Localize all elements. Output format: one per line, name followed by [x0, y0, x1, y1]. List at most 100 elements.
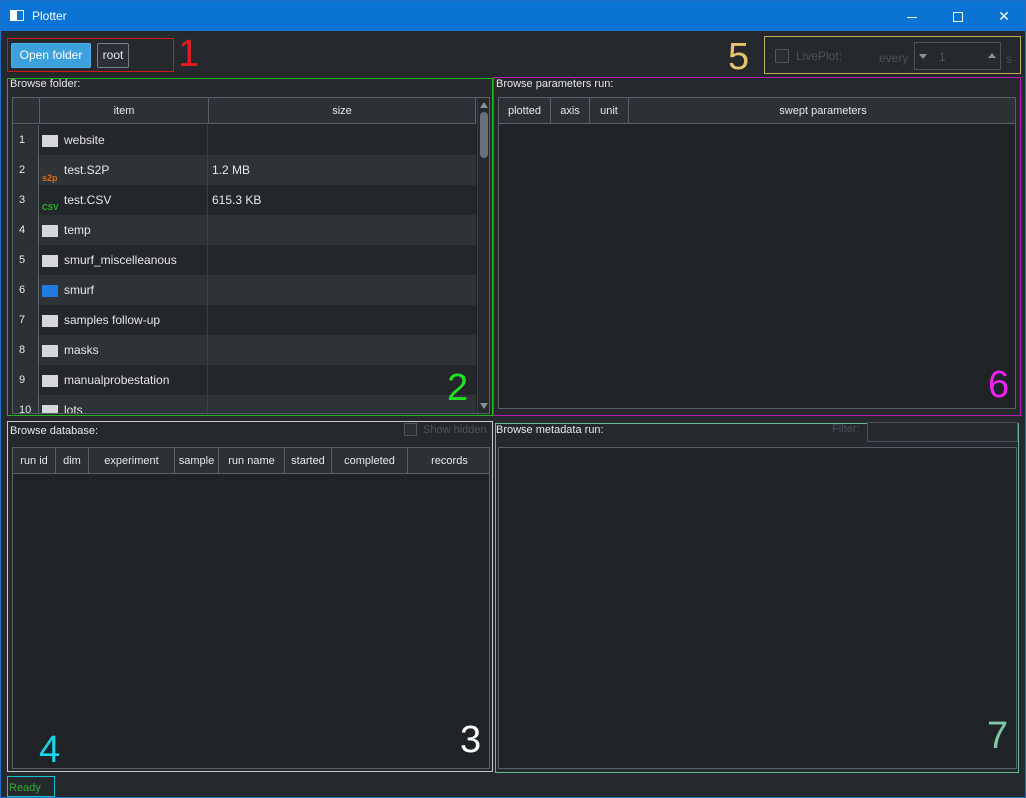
- spin-down-icon[interactable]: [919, 54, 927, 59]
- marker-7: 7: [987, 715, 1009, 757]
- table-row[interactable]: 1 website: [13, 125, 476, 155]
- interval-value: 1: [939, 50, 946, 64]
- scroll-thumb[interactable]: [480, 112, 488, 158]
- size-cell: [209, 335, 476, 365]
- item-cell[interactable]: smurf_miscelleanous: [40, 245, 208, 275]
- item-name: test.S2P: [64, 163, 110, 177]
- item-name: samples follow-up: [64, 313, 161, 327]
- column-header-run-name[interactable]: run name: [219, 448, 285, 474]
- item-cell[interactable]: temp: [40, 215, 208, 245]
- spin-up-icon[interactable]: [988, 53, 996, 58]
- folder-table[interactable]: item size 1 website 2 s2p test.S2P 1.2 MB 3 CSV…: [12, 97, 490, 414]
- parameters-table-header: plotted axis unit swept parameters: [499, 98, 1015, 124]
- app-window-icon: [10, 10, 24, 21]
- column-header-plotted[interactable]: plotted: [499, 98, 551, 124]
- marker-5: 5: [728, 36, 750, 78]
- show-hidden-checkbox[interactable]: [404, 423, 417, 436]
- item-cell[interactable]: website: [40, 125, 208, 155]
- column-header-unit[interactable]: unit: [590, 98, 629, 124]
- item-cell[interactable]: s2p test.S2P: [40, 155, 208, 185]
- scroll-down-icon[interactable]: [480, 403, 488, 409]
- folder-scrollbar[interactable]: [477, 98, 489, 413]
- row-number: 6: [13, 275, 39, 305]
- status-text: Ready: [9, 782, 41, 794]
- column-header-item[interactable]: item: [40, 98, 209, 124]
- item-cell[interactable]: masks: [40, 335, 208, 365]
- database-table[interactable]: run id dim experiment sample run name st…: [12, 447, 490, 769]
- plotter-window: Plotter ✕ Open folder root 1 5 LivePlot:…: [0, 0, 1026, 798]
- folder-icon: [42, 314, 60, 327]
- column-header-size[interactable]: size: [209, 98, 476, 124]
- table-row[interactable]: 4 temp: [13, 215, 476, 245]
- table-row[interactable]: 6 smurf: [13, 275, 476, 305]
- column-header-sample[interactable]: sample: [175, 448, 219, 474]
- item-name: manualprobestation: [64, 373, 170, 387]
- table-row[interactable]: 5 smurf_miscelleanous: [13, 245, 476, 275]
- minimize-button[interactable]: [889, 1, 935, 31]
- open-folder-button[interactable]: Open folder: [11, 43, 91, 68]
- column-header-swept-parameters[interactable]: swept parameters: [629, 98, 1015, 124]
- row-number: 8: [13, 335, 39, 365]
- root-button[interactable]: root: [97, 43, 129, 68]
- row-number: 10: [13, 395, 39, 413]
- column-header-experiment[interactable]: experiment: [89, 448, 175, 474]
- row-number: 7: [13, 305, 39, 335]
- metadata-tree[interactable]: [498, 447, 1017, 769]
- interval-spinbox[interactable]: 1: [914, 42, 1001, 70]
- marker-6: 6: [988, 364, 1010, 406]
- browse-database-title: Browse database:: [10, 425, 99, 437]
- item-cell[interactable]: samples follow-up: [40, 305, 208, 335]
- item-cell[interactable]: lots: [40, 395, 208, 414]
- size-cell: [209, 305, 476, 335]
- column-header-dim[interactable]: dim: [56, 448, 89, 474]
- row-number: 1: [13, 125, 39, 155]
- item-name: temp: [64, 223, 91, 237]
- row-number: 3: [13, 185, 39, 215]
- size-cell: [209, 125, 476, 155]
- scroll-up-icon[interactable]: [480, 102, 488, 108]
- filter-label: Filter:: [832, 423, 860, 435]
- item-name: website: [64, 133, 105, 147]
- size-cell: [209, 245, 476, 275]
- row-number: 5: [13, 245, 39, 275]
- table-row[interactable]: 7 samples follow-up: [13, 305, 476, 335]
- corner-header: [13, 98, 40, 124]
- liveplot-checkbox[interactable]: [775, 49, 789, 63]
- every-label: every: [879, 51, 909, 65]
- table-row[interactable]: 2 s2p test.S2P 1.2 MB: [13, 155, 476, 185]
- folder-icon: [42, 344, 60, 357]
- item-name: smurf: [64, 283, 94, 297]
- column-header-completed[interactable]: completed: [332, 448, 408, 474]
- parameters-table[interactable]: plotted axis unit swept parameters: [498, 97, 1016, 409]
- interval-unit: s: [1006, 52, 1012, 66]
- item-cell[interactable]: CSV test.CSV: [40, 185, 208, 215]
- table-row[interactable]: 8 masks: [13, 335, 476, 365]
- item-cell[interactable]: smurf: [40, 275, 208, 305]
- column-header-run-id[interactable]: run id: [13, 448, 56, 474]
- folder-table-header: item size: [13, 98, 476, 124]
- column-header-started[interactable]: started: [285, 448, 332, 474]
- browse-folder-title: Browse folder:: [10, 78, 81, 90]
- table-row[interactable]: 10 lots: [13, 395, 476, 414]
- size-cell: 615.3 KB: [212, 193, 262, 207]
- browse-parameters-title: Browse parameters run:: [496, 78, 614, 90]
- row-number: 9: [13, 365, 39, 395]
- row-number: 2: [13, 155, 39, 185]
- window-title: Plotter: [32, 9, 67, 23]
- item-cell[interactable]: manualprobestation: [40, 365, 208, 395]
- close-button[interactable]: ✕: [981, 1, 1025, 31]
- filter-input[interactable]: [867, 422, 1018, 442]
- maximize-button[interactable]: [935, 1, 981, 31]
- table-row[interactable]: 9 manualprobestation: [13, 365, 476, 395]
- folder-blue-icon: [42, 284, 60, 297]
- marker-1: 1: [178, 33, 200, 75]
- row-number: 4: [13, 215, 39, 245]
- size-cell: [209, 395, 476, 413]
- size-cell: [209, 275, 476, 305]
- table-row[interactable]: 3 CSV test.CSV 615.3 KB: [13, 185, 476, 215]
- folder-icon: [42, 374, 60, 387]
- item-name: masks: [64, 343, 99, 357]
- column-header-records[interactable]: records: [408, 448, 489, 474]
- item-name: lots: [64, 403, 83, 414]
- column-header-axis[interactable]: axis: [551, 98, 590, 124]
